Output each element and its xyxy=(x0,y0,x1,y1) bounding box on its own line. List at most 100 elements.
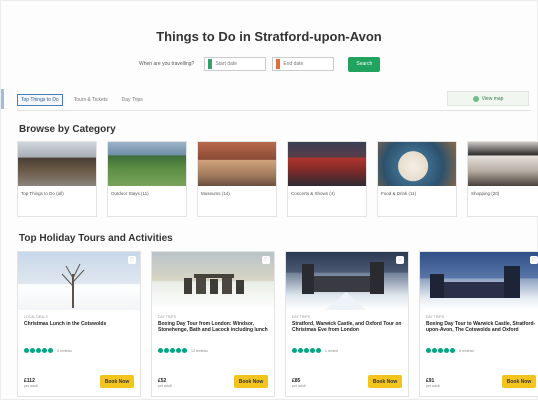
tab-bar: Top Things to Do Tours & Tickets Day Tri… xyxy=(17,94,146,106)
view-map-button[interactable]: View map xyxy=(447,91,529,106)
category-label: Shopping (20) xyxy=(471,191,500,196)
category-card[interactable]: Museums (14) xyxy=(197,141,277,217)
start-date-field[interactable]: Start date xyxy=(204,57,267,71)
star-icon xyxy=(176,348,181,353)
star-icon xyxy=(164,348,169,353)
category-label: Museums (14) xyxy=(201,191,230,196)
tour-name[interactable]: Christmas Lunch in the Cotswolds xyxy=(24,321,134,346)
review-count[interactable]: 1 review xyxy=(325,349,338,353)
category-card[interactable]: Outdoor Stays (11) xyxy=(107,141,187,217)
tour-card[interactable]: ♡ LOCAL DEALS Christmas Lunch in the Cot… xyxy=(17,251,141,397)
category-card[interactable]: Food & Drink (11) xyxy=(377,141,457,217)
star-icon xyxy=(310,348,315,353)
book-now-button[interactable]: Book Now xyxy=(368,375,402,388)
search-question: When are you travelling? xyxy=(139,61,195,67)
star-icon xyxy=(48,348,53,353)
category-label: Outdoor Stays (11) xyxy=(111,191,149,196)
review-count[interactable]: 5 reviews xyxy=(57,349,72,353)
tour-card[interactable]: ♡ DAY TRIPS Stratford, Warwick Castle, a… xyxy=(285,251,409,397)
category-card[interactable]: Top Things to Do (all) xyxy=(17,141,97,217)
view-map-label: View map xyxy=(481,95,504,102)
category-carousel: Top Things to Do (all) Outdoor Stays (11… xyxy=(17,141,538,221)
castle-illustration xyxy=(302,262,384,310)
tour-name[interactable]: Boxing Day Tour to Warwick Castle, Strat… xyxy=(426,321,536,346)
tour-image: ♡ xyxy=(152,252,274,310)
window-edge-accent xyxy=(1,89,4,109)
category-label: Food & Drink (11) xyxy=(381,191,417,196)
page: Things to Do in Stratford-upon-Avon When… xyxy=(0,0,538,400)
price-unit: per adult xyxy=(292,384,306,388)
tour-name[interactable]: Boxing Day Tour from London: Windsor, St… xyxy=(158,321,268,346)
review-count[interactable]: 8 reviews xyxy=(459,349,474,353)
book-now-button[interactable]: Book Now xyxy=(502,375,536,388)
category-image xyxy=(108,142,186,186)
star-icon xyxy=(316,348,321,353)
price-unit: per adult xyxy=(158,384,172,388)
star-icon xyxy=(36,348,41,353)
save-heart-icon[interactable]: ♡ xyxy=(396,256,404,264)
divider xyxy=(17,110,531,111)
category-image xyxy=(468,142,538,186)
page-title: Things to Do in Stratford-upon-Avon xyxy=(156,29,382,44)
category-image xyxy=(198,142,276,186)
star-icon xyxy=(450,348,455,353)
tab-top-things[interactable]: Top Things to Do xyxy=(17,94,63,106)
save-heart-icon[interactable]: ♡ xyxy=(262,256,270,264)
category-image xyxy=(378,142,456,186)
star-icon xyxy=(158,348,163,353)
star-icon xyxy=(304,348,309,353)
star-icon xyxy=(182,348,187,353)
rating-stars: 8 reviews xyxy=(426,348,536,353)
tour-image: ♡ xyxy=(18,252,140,310)
category-card[interactable]: Concerts & Shows (4) xyxy=(287,141,367,217)
tour-card[interactable]: ♡ DAY TRIPS Boxing Day Tour to Warwick C… xyxy=(419,251,538,397)
end-date-field[interactable]: End date xyxy=(272,57,335,71)
rating-stars: 5 reviews xyxy=(24,348,134,353)
tour-category: DAY TRIPS xyxy=(426,315,445,319)
categories-heading: Browse by Category xyxy=(19,124,116,135)
category-label: Concerts & Shows (4) xyxy=(291,191,335,196)
tour-category: DAY TRIPS xyxy=(292,315,311,319)
tab-day-trips[interactable]: Day Trips xyxy=(119,95,146,105)
category-image xyxy=(288,142,366,186)
star-icon xyxy=(298,348,303,353)
tour-name[interactable]: Stratford, Warwick Castle, and Oxford To… xyxy=(292,321,402,346)
end-date-placeholder: End date xyxy=(283,61,304,67)
category-image xyxy=(18,142,96,186)
star-icon xyxy=(432,348,437,353)
tab-tours-tickets[interactable]: Tours & Tickets xyxy=(71,95,111,105)
map-pin-icon xyxy=(472,95,479,102)
star-icon xyxy=(292,348,297,353)
save-heart-icon[interactable]: ♡ xyxy=(128,256,136,264)
save-heart-icon[interactable]: ♡ xyxy=(530,256,538,264)
review-count[interactable]: 12 reviews xyxy=(191,349,208,353)
price-unit: per adult xyxy=(426,384,440,388)
start-date-placeholder: Start date xyxy=(215,61,237,67)
castle-illustration xyxy=(430,266,520,298)
calendar-icon xyxy=(276,59,281,69)
tours-carousel: ♡ LOCAL DEALS Christmas Lunch in the Cot… xyxy=(17,251,538,400)
tour-category: DAY TRIPS xyxy=(158,315,177,319)
tour-card[interactable]: ♡ DAY TRIPS Boxing Day Tour from London:… xyxy=(151,251,275,397)
star-icon xyxy=(24,348,29,353)
star-icon xyxy=(426,348,431,353)
book-now-button[interactable]: Book Now xyxy=(234,375,268,388)
stonehenge-illustration xyxy=(184,274,244,294)
tour-image: ♡ xyxy=(286,252,408,310)
category-label: Top Things to Do (all) xyxy=(21,191,64,196)
search-button[interactable]: Search xyxy=(348,56,381,72)
category-card[interactable]: Shopping (20) xyxy=(467,141,538,217)
star-icon xyxy=(30,348,35,353)
date-search-bar: When are you travelling? Start date End … xyxy=(139,56,381,72)
tour-category: LOCAL DEALS xyxy=(24,315,48,319)
star-icon xyxy=(170,348,175,353)
star-icon xyxy=(444,348,449,353)
rating-stars: 1 review xyxy=(292,348,402,353)
tour-image: ♡ xyxy=(420,252,538,310)
price-unit: per adult xyxy=(24,384,38,388)
book-now-button[interactable]: Book Now xyxy=(100,375,134,388)
tours-heading: Top Holiday Tours and Activities xyxy=(19,233,173,244)
snowy-tree-illustration xyxy=(61,263,85,308)
star-icon xyxy=(42,348,47,353)
star-icon xyxy=(438,348,443,353)
